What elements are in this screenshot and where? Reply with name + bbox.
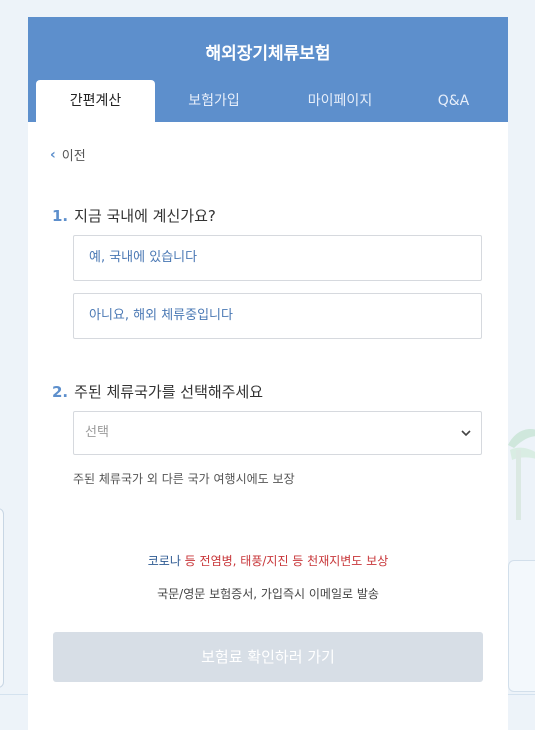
promo-line-1: 코로나 등 전염병, 태풍/지진 등 천재지변도 보상 — [28, 552, 508, 569]
tab-qna[interactable]: Q&A — [407, 80, 500, 122]
question-1: 1. 지금 국내에 계신가요? — [52, 205, 216, 226]
header: 해외장기체류보험 간편계산 보험가입 마이페이지 Q&A — [28, 17, 508, 122]
background-decoration-left — [0, 508, 4, 688]
question-2: 2. 주된 체류국가를 선택해주세요 — [52, 381, 263, 402]
tab-bar: 간편계산 보험가입 마이페이지 Q&A — [28, 80, 508, 122]
promo-highlight: 코로나 — [147, 554, 181, 568]
promo-text: 등 전염병, 태풍/지진 등 천재지변도 보상 — [180, 554, 389, 568]
chevron-left-icon: ‹ — [50, 146, 56, 163]
coverage-note: 주된 체류국가 외 다른 국가 여행시에도 보장 — [73, 472, 295, 486]
option-in-korea-button[interactable]: 예, 국내에 있습니다 — [73, 235, 482, 281]
tab-quick-calculation[interactable]: 간편계산 — [36, 80, 155, 122]
chevron-down-icon — [461, 430, 471, 437]
tab-my-page[interactable]: 마이페이지 — [273, 80, 407, 122]
background-decoration-right — [508, 560, 535, 692]
calculator-panel: 해외장기체류보험 간편계산 보험가입 마이페이지 Q&A ‹ 이전 1. 지금 국… — [28, 17, 508, 730]
promo-line-2: 국문/영문 보험증서, 가입즉시 이메일로 발송 — [157, 587, 379, 601]
option-abroad-button[interactable]: 아니요, 해외 체류중입니다 — [73, 293, 482, 339]
question-1-number: 1. — [52, 207, 69, 225]
back-link[interactable]: ‹ 이전 — [50, 145, 86, 165]
question-1-text: 지금 국내에 계신가요? — [74, 207, 216, 225]
question-2-number: 2. — [52, 383, 69, 401]
question-2-text: 주된 체류국가를 선택해주세요 — [74, 383, 264, 401]
palm-tree-icon — [508, 429, 535, 520]
check-premium-button[interactable]: 보험료 확인하러 가기 — [53, 632, 483, 682]
tab-insurance-signup[interactable]: 보험가입 — [155, 80, 273, 122]
country-select-value: 선택 — [85, 425, 109, 440]
country-select[interactable]: 선택 — [73, 411, 482, 455]
page-title: 해외장기체류보험 — [205, 44, 331, 64]
back-label: 이전 — [61, 149, 86, 164]
